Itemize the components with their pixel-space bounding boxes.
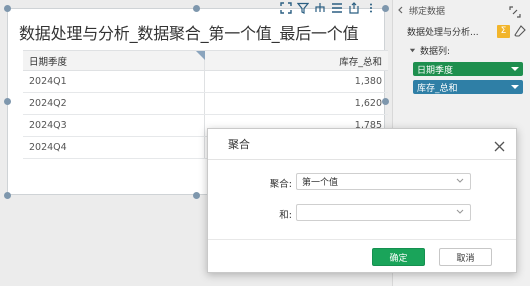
- chevron-down-icon: [456, 209, 464, 214]
- aggregate-dialog: 聚合 聚合: 第一个值 和: 确定 取消: [207, 128, 517, 273]
- sum-label: 和:: [279, 210, 292, 221]
- aggregate-label: 聚合:: [269, 179, 292, 190]
- dialog-footer: 确定 取消: [208, 239, 516, 272]
- close-icon[interactable]: [493, 138, 506, 152]
- confirm-button[interactable]: 确定: [372, 248, 425, 266]
- cancel-button[interactable]: 取消: [439, 248, 492, 266]
- dialog-title: 聚合: [228, 138, 250, 151]
- chevron-down-icon: [456, 178, 464, 183]
- aggregate-select-value: 第一个值: [302, 178, 339, 188]
- sum-select[interactable]: [296, 204, 471, 221]
- dialog-header: 聚合: [208, 129, 516, 160]
- aggregate-select[interactable]: 第一个值: [296, 173, 471, 190]
- dialog-body: 聚合: 第一个值 和:: [208, 160, 516, 240]
